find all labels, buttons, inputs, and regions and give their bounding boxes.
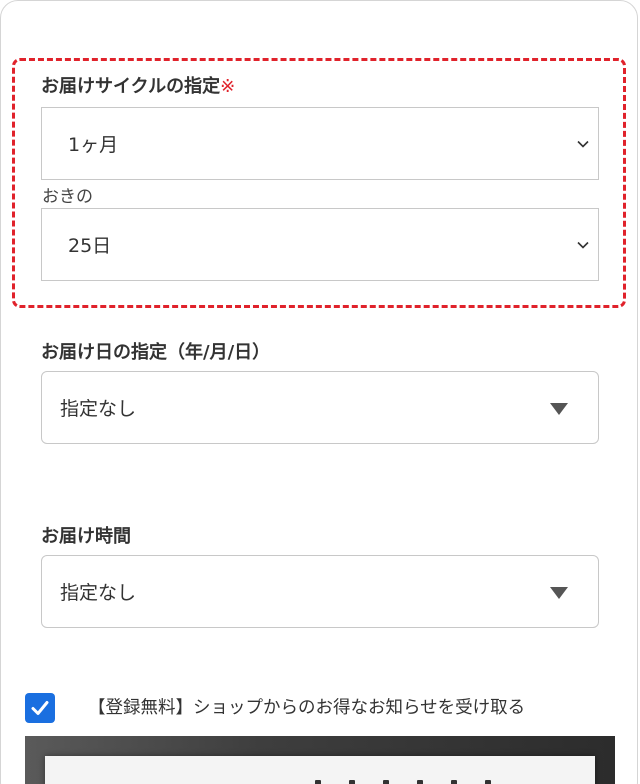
delivery-date-label: お届け日の指定（年/月/日）	[41, 342, 271, 363]
delivery-interval-select[interactable]: 1ヶ月	[41, 107, 599, 180]
newsletter-label[interactable]: 【登録無料】ショップからのお得なお知らせを受け取る	[88, 694, 525, 719]
checkmark-icon	[31, 701, 49, 715]
delivery-day-select[interactable]: 25日	[41, 208, 599, 281]
delivery-date-select[interactable]: 指定なし	[41, 371, 599, 444]
chevron-down-icon	[577, 140, 589, 148]
delivery-time-select[interactable]: 指定なし	[41, 555, 599, 628]
promo-banner-text-fragment	[315, 780, 545, 784]
order-form-page: お届けサイクルの指定※ 1ヶ月 おきの 25日 お届け日の指定（年/月/日） 指…	[0, 0, 640, 784]
triangle-down-icon	[550, 586, 568, 599]
chevron-down-icon	[577, 241, 589, 249]
delivery-interval-value: 1ヶ月	[68, 134, 119, 156]
delivery-cycle-label: お届けサイクルの指定※	[41, 72, 235, 98]
promo-banner[interactable]	[25, 736, 615, 784]
triangle-down-icon	[550, 402, 568, 415]
newsletter-checkbox[interactable]	[25, 693, 55, 723]
required-mark: ※	[220, 76, 236, 97]
delivery-time-value: 指定なし	[60, 582, 137, 604]
delivery-time-label: お届け時間	[41, 526, 131, 547]
delivery-cycle-label-text: お届けサイクルの指定	[41, 76, 221, 97]
promo-banner-card	[45, 756, 595, 784]
delivery-date-value: 指定なし	[60, 398, 137, 420]
delivery-day-value: 25日	[68, 235, 112, 257]
delivery-interval-suffix: おきの	[42, 187, 93, 207]
